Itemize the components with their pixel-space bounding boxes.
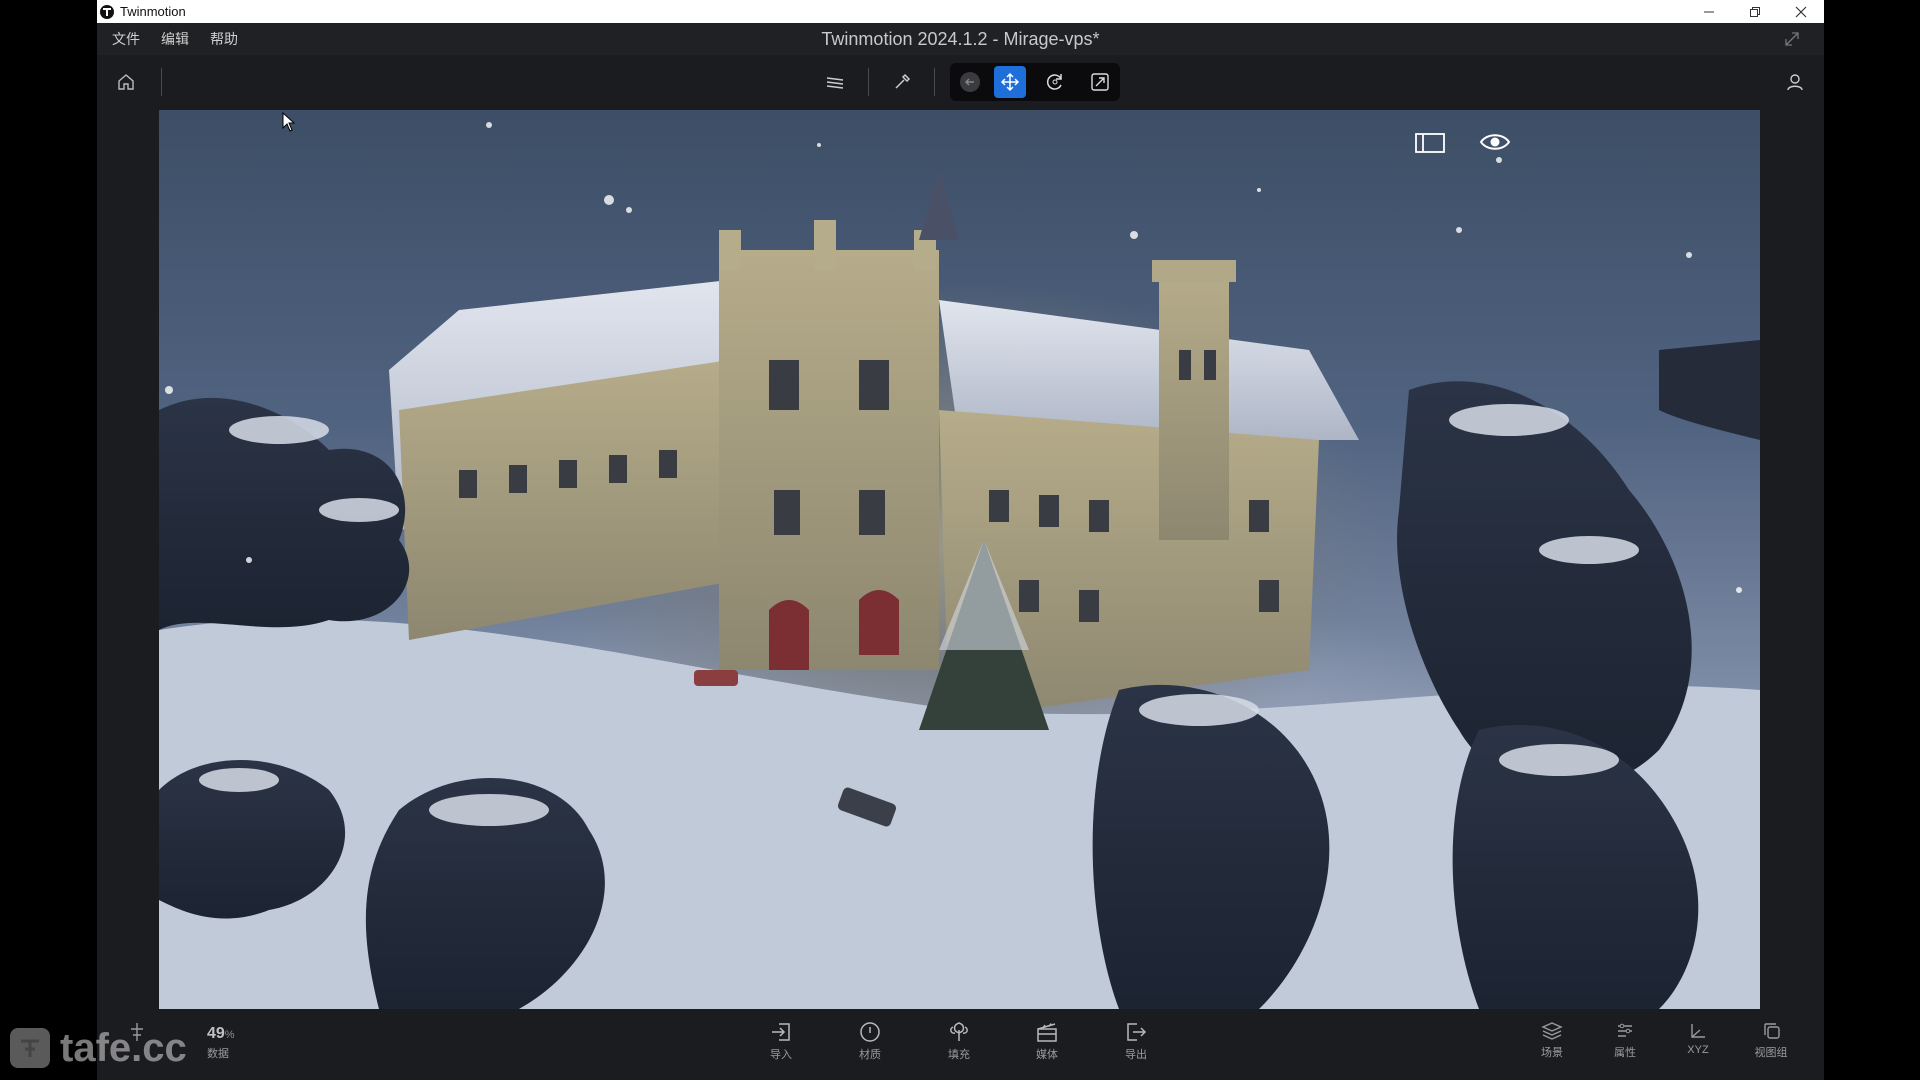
stats-readout: 49% 数据: [207, 1025, 235, 1061]
xyz-label: XYZ: [1687, 1044, 1709, 1056]
scene-button[interactable]: 场景: [1522, 1021, 1582, 1073]
view-group-button[interactable]: 视图组: [1741, 1021, 1801, 1073]
watermark: tafe.cc: [10, 1026, 187, 1070]
export-label: 导出: [1125, 1049, 1147, 1061]
back-button[interactable]: [954, 66, 986, 98]
toolbar-divider: [934, 68, 935, 96]
rotate-button[interactable]: [1039, 66, 1071, 98]
user-button[interactable]: [1779, 66, 1811, 98]
twinmotion-logo-icon: [99, 4, 115, 20]
menu-help[interactable]: 帮助: [204, 29, 244, 49]
scene-icon: [1541, 1022, 1563, 1040]
populate-icon: [950, 1022, 968, 1041]
toolbar: [97, 55, 1824, 109]
visibility-button[interactable]: [1476, 128, 1514, 156]
move-icon: [1000, 72, 1020, 92]
os-window-title: Twinmotion: [120, 4, 186, 19]
export-button[interactable]: 导出: [1106, 1021, 1166, 1073]
media-button[interactable]: 媒体: [1017, 1021, 1077, 1073]
import-button[interactable]: 导入: [751, 1021, 811, 1073]
properties-label: 属性: [1614, 1047, 1636, 1059]
minimize-icon[interactable]: [1686, 0, 1732, 23]
material-icon: [860, 1022, 880, 1042]
user-icon: [1787, 74, 1803, 91]
home-button[interactable]: [110, 66, 142, 98]
eye-icon: [1479, 134, 1511, 150]
import-icon: [772, 1023, 790, 1041]
eyedropper-icon: [895, 73, 911, 89]
scale-icon: [1091, 73, 1109, 91]
view-group-icon: [1764, 1023, 1780, 1039]
panel-toggle-button[interactable]: [1414, 130, 1446, 156]
panel-toggle-icon: [1415, 133, 1445, 153]
toolbar-divider: [161, 68, 162, 96]
watermark-text: tafe.cc: [60, 1025, 187, 1070]
view-group-label: 视图组: [1754, 1047, 1788, 1059]
layers-icon: [826, 77, 844, 89]
import-label: 导入: [770, 1049, 792, 1061]
os-title-bar[interactable]: Twinmotion: [97, 0, 1824, 23]
home-icon: [118, 74, 134, 90]
app-title: Twinmotion 2024.1.2 - Mirage-vps*: [821, 29, 1100, 49]
populate-button[interactable]: 填充: [929, 1021, 989, 1073]
rotate-icon: [1046, 74, 1062, 90]
app-window: Twinmotion 文件 编辑 帮助 Twinmotion 2024.1.2 …: [97, 0, 1824, 1080]
stats-value: 49: [207, 1025, 225, 1042]
move-button[interactable]: [994, 66, 1026, 98]
scene-render: [159, 122, 1760, 1009]
xyz-button[interactable]: XYZ: [1668, 1021, 1728, 1073]
media-label: 媒体: [1036, 1049, 1058, 1061]
material-button[interactable]: 材质: [840, 1021, 900, 1073]
close-icon[interactable]: [1778, 0, 1824, 23]
xyz-icon: [1691, 1024, 1705, 1038]
stats-unit: %: [224, 1029, 235, 1041]
layers-button[interactable]: [819, 66, 851, 98]
back-icon: [960, 72, 980, 92]
toolbar-divider: [868, 68, 869, 96]
mouse-cursor-icon: [282, 111, 296, 137]
3d-viewport[interactable]: [159, 110, 1760, 1009]
stats-label: 数据: [207, 1048, 229, 1060]
transform-tools: [950, 63, 1120, 101]
fullscreen-icon[interactable]: [1782, 29, 1802, 49]
restore-icon[interactable]: [1732, 0, 1778, 23]
material-label: 材质: [859, 1049, 881, 1061]
properties-icon: [1618, 1023, 1632, 1037]
eyedropper-button[interactable]: [886, 66, 918, 98]
scale-button[interactable]: [1084, 66, 1116, 98]
media-icon: [1037, 1023, 1057, 1042]
scene-label: 场景: [1541, 1047, 1563, 1059]
export-icon: [1127, 1023, 1147, 1041]
bottom-bar: 49% 数据 导入 材质 填充 媒体 导出 场景 属性 XYZ 视图组: [97, 1009, 1824, 1080]
menu-bar: 文件 编辑 帮助 Twinmotion 2024.1.2 - Mirage-vp…: [97, 23, 1824, 55]
menu-file[interactable]: 文件: [106, 29, 146, 49]
populate-label: 填充: [948, 1049, 970, 1061]
properties-button[interactable]: 属性: [1595, 1021, 1655, 1073]
menu-edit[interactable]: 编辑: [155, 29, 195, 49]
watermark-logo-icon: [10, 1028, 50, 1068]
